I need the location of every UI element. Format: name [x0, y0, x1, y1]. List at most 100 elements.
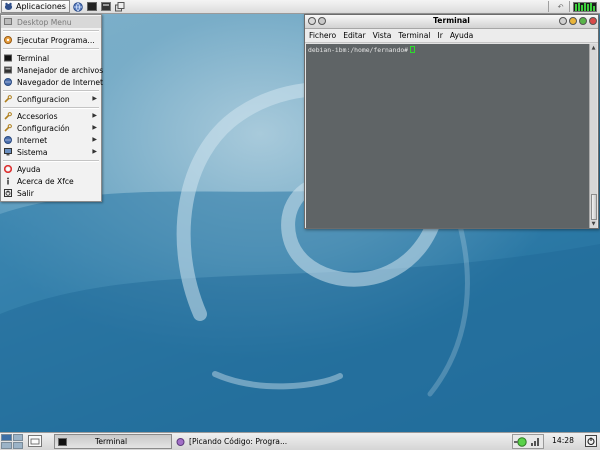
menu-vista[interactable]: Vista	[373, 31, 392, 40]
clock[interactable]: 14:28	[548, 436, 578, 445]
submenu-arrow-icon: ▶	[92, 95, 97, 102]
workspace-pager[interactable]	[1, 434, 23, 449]
browser-icon	[176, 437, 185, 446]
scrollbar-thumb[interactable]	[591, 194, 597, 220]
menu-item-run-program[interactable]: Ejecutar Programa...	[1, 34, 101, 46]
monitor-icon	[4, 148, 12, 156]
menu-item-web-browser[interactable]: Navegador de Internet	[1, 76, 104, 88]
menu-editar[interactable]: Editar	[343, 31, 365, 40]
network-monitor-graph	[573, 1, 597, 12]
menu-item-label: Internet	[17, 135, 48, 145]
network-status-icon[interactable]	[514, 437, 527, 447]
menu-separator	[3, 90, 99, 92]
help-lifebuoy-icon	[3, 164, 13, 174]
submenu-arrow-icon: ▶	[92, 148, 97, 155]
minimize-icon[interactable]	[569, 17, 577, 25]
terminal-titlebar[interactable]: Terminal	[305, 15, 598, 29]
desktop-menu-header: Desktop Menu	[1, 16, 101, 28]
menu-item-label: Configuracion	[17, 94, 70, 104]
terminal-prompt-line: debian-ibm:/home/fernando#	[308, 46, 416, 54]
terminal-window-title: Terminal	[433, 16, 470, 25]
menu-separator	[3, 107, 99, 109]
close-icon[interactable]	[589, 17, 597, 25]
applications-menu: Desktop Menu Ejecutar Programa... Termin…	[0, 14, 104, 202]
menu-item-acerca-de-xfce[interactable]: Acerca de Xfce	[1, 175, 101, 187]
panel-separator	[548, 1, 549, 12]
shade-icon[interactable]	[559, 17, 567, 25]
power-icon[interactable]	[585, 435, 597, 447]
globe-icon	[4, 136, 12, 144]
workspace-1[interactable]	[1, 434, 12, 441]
applications-menu-label: Aplicaciones	[16, 2, 66, 11]
workspace-3[interactable]	[1, 442, 12, 449]
file-manager-icon	[4, 66, 12, 74]
menu-item-configuracion-1[interactable]: Configuracion ▶	[1, 93, 101, 105]
maximize-icon[interactable]	[579, 17, 587, 25]
wrench-icon	[4, 124, 12, 132]
workspace-2[interactable]	[12, 434, 23, 441]
wrench-icon	[4, 112, 12, 120]
web-browser-launcher-icon[interactable]	[73, 1, 84, 12]
menu-item-salir[interactable]: Salir	[1, 187, 101, 199]
menu-item-label: Sistema	[17, 147, 48, 157]
taskbar-item-terminal[interactable]: Terminal	[54, 434, 172, 449]
menu-item-terminal[interactable]: Terminal	[1, 52, 101, 64]
logout-icon	[4, 189, 12, 197]
menu-item-internet[interactable]: Internet ▶	[1, 134, 101, 146]
menu-item-configuracion-2[interactable]: Configuración ▶	[1, 122, 101, 134]
desktop-menu-header-label: Desktop Menu	[17, 17, 72, 27]
menu-item-accesorios[interactable]: Accesorios ▶	[1, 110, 101, 122]
menu-item-ayuda[interactable]: Ayuda	[1, 163, 101, 175]
undo-arrow-icon[interactable]: ↶	[555, 1, 566, 12]
show-desktop-icon[interactable]	[28, 435, 42, 447]
terminal-menubar: Fichero Editar Vista Terminal Ir Ayuda	[305, 29, 598, 43]
menu-separator	[3, 30, 99, 32]
run-icon	[4, 36, 12, 44]
bottom-panel: Terminal [Picando Código: Progra... 14:2…	[0, 432, 600, 450]
desktop-menu-icon	[4, 18, 12, 26]
terminal-window: Terminal Fichero Editar Vista Terminal I…	[304, 14, 599, 229]
terminal-launcher-icon[interactable]	[87, 1, 98, 12]
menu-item-label: Accesorios	[17, 111, 58, 121]
menu-separator	[3, 48, 99, 50]
taskbar-item-label: [Picando Código: Progra...	[189, 437, 288, 446]
terminal-output-area[interactable]: debian-ibm:/home/fernando#	[306, 44, 589, 228]
applications-menu-button[interactable]: Aplicaciones	[1, 0, 70, 13]
menu-ayuda[interactable]: Ayuda	[450, 31, 473, 40]
system-tray	[512, 434, 544, 449]
menu-fichero[interactable]: Fichero	[309, 31, 336, 40]
menu-item-label: Salir	[17, 188, 34, 198]
submenu-arrow-icon: ▶	[92, 112, 97, 119]
submenu-arrow-icon: ▶	[92, 124, 97, 131]
text-cursor	[410, 46, 416, 53]
terminal-scrollbar[interactable]: ▲ ▼	[589, 44, 597, 228]
menu-item-label: Acerca de Xfce	[17, 176, 74, 186]
xfce-mouse-logo-icon	[4, 2, 13, 11]
globe-icon	[4, 78, 12, 86]
submenu-arrow-icon: ▶	[92, 136, 97, 143]
scroll-down-arrow-icon[interactable]: ▼	[590, 220, 597, 228]
panel-separator	[569, 1, 570, 12]
scroll-up-arrow-icon[interactable]: ▲	[590, 44, 597, 52]
menu-terminal[interactable]: Terminal	[398, 31, 430, 40]
workspace-4[interactable]	[12, 442, 23, 449]
terminal-prompt: debian-ibm:/home/fernando#	[308, 46, 409, 54]
menu-item-sistema[interactable]: Sistema ▶	[1, 146, 101, 158]
menu-separator	[3, 160, 99, 162]
taskbar-item-label: Terminal	[95, 437, 128, 446]
top-panel: Aplicaciones ↶	[0, 0, 600, 14]
workspaces-launcher-icon[interactable]	[115, 1, 126, 12]
menu-ir[interactable]: Ir	[438, 31, 443, 40]
menu-item-label: Ayuda	[17, 164, 41, 174]
wrench-icon	[4, 95, 12, 103]
file-manager-launcher-icon[interactable]	[101, 1, 112, 12]
menu-item-label: Ejecutar Programa...	[17, 35, 95, 45]
menu-item-label: Navegador de Internet	[17, 77, 104, 87]
menu-item-label: Manejador de archivos	[17, 65, 104, 75]
signal-strength-icon[interactable]	[531, 438, 539, 446]
info-icon	[4, 177, 12, 185]
terminal-icon	[4, 54, 12, 62]
menu-item-label: Configuración	[17, 123, 70, 133]
taskbar-item-browser[interactable]: [Picando Código: Progra...	[173, 434, 333, 449]
menu-item-file-manager[interactable]: Manejador de archivos	[1, 64, 104, 76]
